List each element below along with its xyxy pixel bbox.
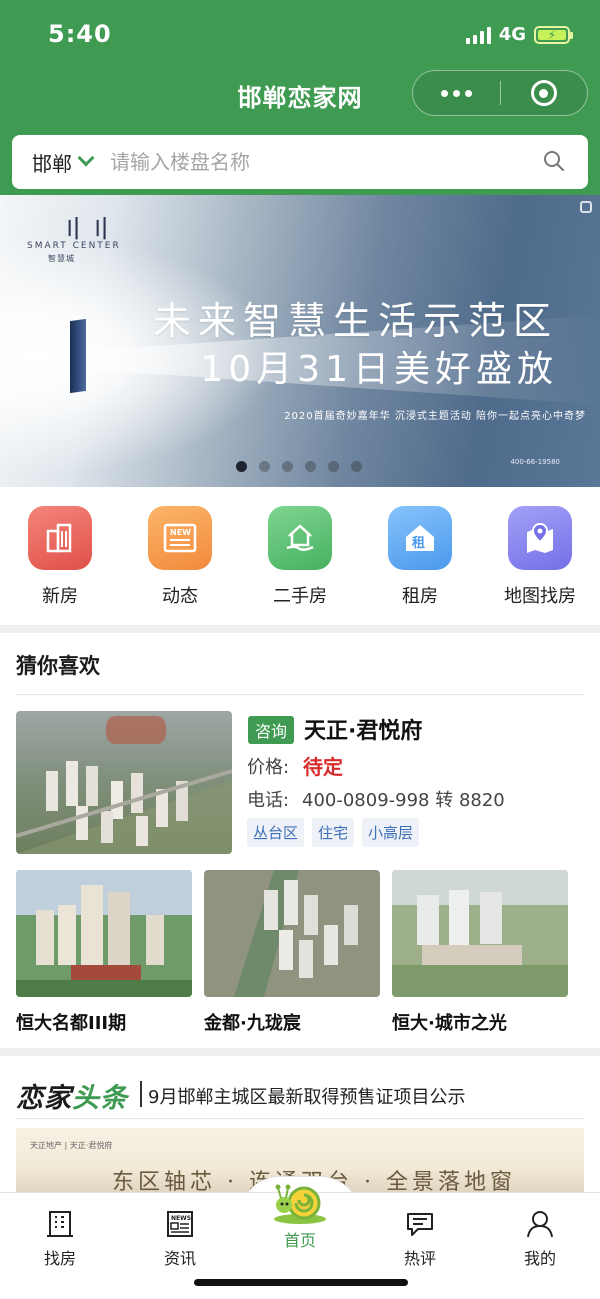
user-icon xyxy=(527,1211,553,1238)
target-icon xyxy=(530,80,557,106)
property-name: 恒大名都III期 xyxy=(16,1013,127,1034)
property-image xyxy=(16,870,192,997)
recommended-list: 恒大名都III期 金都·九珑宸 恒大·城市之光 xyxy=(16,870,584,1035)
banner-logo-text: SMART CENTER xyxy=(27,241,121,251)
category-nav: 新房 NEW 动态 二手房 租 租房 地图找房 xyxy=(0,487,600,625)
recommended-item[interactable]: 金都·九珑宸 xyxy=(204,870,380,1035)
price-value: 待定 xyxy=(303,755,343,779)
search-icon[interactable] xyxy=(542,149,566,173)
building-icon xyxy=(28,506,92,570)
tab-label: 找房 xyxy=(43,1249,76,1268)
mini-program-capsule xyxy=(412,70,588,116)
recommended-item[interactable]: 恒大·城市之光 xyxy=(392,870,568,1035)
tab-mine[interactable]: 我的 xyxy=(480,1193,600,1283)
tab-label: 热评 xyxy=(403,1249,436,1268)
section-title-guess: 猜你喜欢 xyxy=(16,654,100,678)
banner-headline-2: 10月31日美好盛放 xyxy=(200,349,558,390)
map-pin-icon xyxy=(508,506,572,570)
category-rent[interactable]: 租 租房 xyxy=(360,487,480,625)
carousel-dot[interactable] xyxy=(305,461,316,472)
banner-tagline: 2020首届奇妙嘉年华 沉浸式主题活动 陪你一起点亮心中奇梦 xyxy=(284,411,586,422)
more-options-button[interactable] xyxy=(413,70,500,116)
category-news[interactable]: NEW 动态 xyxy=(120,487,240,625)
newspaper-icon: NEWS xyxy=(167,1211,193,1237)
building-outline-icon xyxy=(47,1211,73,1237)
network-type: 4G xyxy=(498,24,526,45)
news-icon: NEW xyxy=(148,506,212,570)
banner-logo-sub: 智慧城 xyxy=(48,254,75,263)
featured-property-name[interactable]: 天正·君悦府 xyxy=(304,713,422,745)
phone-number[interactable]: 400-0809-998 转 8820 xyxy=(302,786,505,812)
city-selector[interactable]: 邯郸 xyxy=(32,148,72,177)
banner-headline-1: 未来智慧生活示范区 xyxy=(152,299,558,343)
status-bar: 5:40 4G ⚡ xyxy=(0,18,600,54)
signal-icon xyxy=(465,26,491,44)
svg-text:NEW: NEW xyxy=(170,528,191,537)
carousel-dot[interactable] xyxy=(328,461,339,472)
banner-hotline: 400-66-19580 xyxy=(510,458,560,466)
section-divider xyxy=(0,625,600,633)
headline-text[interactable]: 9月邯郸主城区最新取得预售证项目公示 xyxy=(148,1083,465,1109)
category-label: 新房 xyxy=(42,586,78,607)
category-label: 动态 xyxy=(162,586,198,607)
svg-text:租: 租 xyxy=(412,536,425,551)
snail-icon xyxy=(274,1184,326,1224)
tab-label: 首页 xyxy=(283,1231,316,1250)
tag-height: 小高层 xyxy=(362,818,420,847)
status-indicators: 4G ⚡ xyxy=(465,24,573,45)
category-label: 租房 xyxy=(402,586,438,607)
chevron-down-icon[interactable] xyxy=(77,149,95,167)
svg-text:NEWS: NEWS xyxy=(171,1215,191,1222)
headline-separator xyxy=(140,1081,142,1107)
category-label: 二手房 xyxy=(273,586,327,607)
tab-label: 资讯 xyxy=(163,1249,196,1268)
category-new-house[interactable]: 新房 xyxy=(0,487,120,625)
divider xyxy=(16,1118,584,1119)
category-map-search[interactable]: 地图找房 xyxy=(480,487,600,625)
recommended-item[interactable]: 恒大名都III期 xyxy=(16,870,192,1035)
house-hand-icon xyxy=(268,506,332,570)
divider xyxy=(16,694,584,695)
search-bar: 邯郸 xyxy=(12,135,588,189)
tab-label: 我的 xyxy=(523,1249,556,1268)
category-second-hand[interactable]: 二手房 xyxy=(240,487,360,625)
tab-news[interactable]: NEWS 资讯 xyxy=(120,1193,240,1283)
property-name: 金都·九珑宸 xyxy=(204,1013,301,1034)
tab-find-house[interactable]: 找房 xyxy=(0,1193,120,1283)
consult-tag[interactable]: 咨询 xyxy=(248,716,294,744)
comment-icon xyxy=(407,1213,433,1236)
carousel-dot[interactable] xyxy=(259,461,270,472)
property-tags: 丛台区 住宅 小高层 xyxy=(247,818,420,847)
close-mini-program-button[interactable] xyxy=(501,70,588,116)
tag-district: 丛台区 xyxy=(247,818,305,847)
featured-property-image[interactable] xyxy=(16,711,232,854)
property-image xyxy=(392,870,568,997)
rent-house-icon: 租 xyxy=(388,506,452,570)
status-time: 5:40 xyxy=(48,20,112,48)
ad-brand: 天正地产 | 天正·君悦府 xyxy=(30,1141,113,1150)
property-name: 恒大·城市之光 xyxy=(392,1013,507,1034)
app-header: 5:40 4G ⚡ 邯郸恋家网 邯郸 xyxy=(0,0,600,195)
title-bar: 邯郸恋家网 xyxy=(0,70,600,118)
category-label: 地图找房 xyxy=(504,586,576,607)
property-image xyxy=(204,870,380,997)
price-label: 价格: xyxy=(247,757,290,778)
search-input[interactable] xyxy=(110,150,510,174)
ad-mark-icon xyxy=(580,201,592,213)
tab-home[interactable]: 首页 xyxy=(240,1179,360,1269)
tab-hot-comments[interactable]: 热评 xyxy=(360,1193,480,1283)
phone-label: 电话: xyxy=(247,790,290,811)
battery-icon: ⚡ xyxy=(534,25,573,44)
promo-banner[interactable]: 〢〢 SMART CENTER 智慧城 未来智慧生活示范区 10月31日美好盛放… xyxy=(0,195,600,487)
section-divider xyxy=(0,1048,600,1056)
carousel-dot[interactable] xyxy=(351,461,362,472)
carousel-dots xyxy=(236,461,362,472)
headlines-logo: 恋家头条 xyxy=(16,1083,128,1114)
tag-type: 住宅 xyxy=(312,818,355,847)
home-indicator xyxy=(194,1279,408,1286)
carousel-dot[interactable] xyxy=(236,461,247,472)
carousel-dot[interactable] xyxy=(282,461,293,472)
